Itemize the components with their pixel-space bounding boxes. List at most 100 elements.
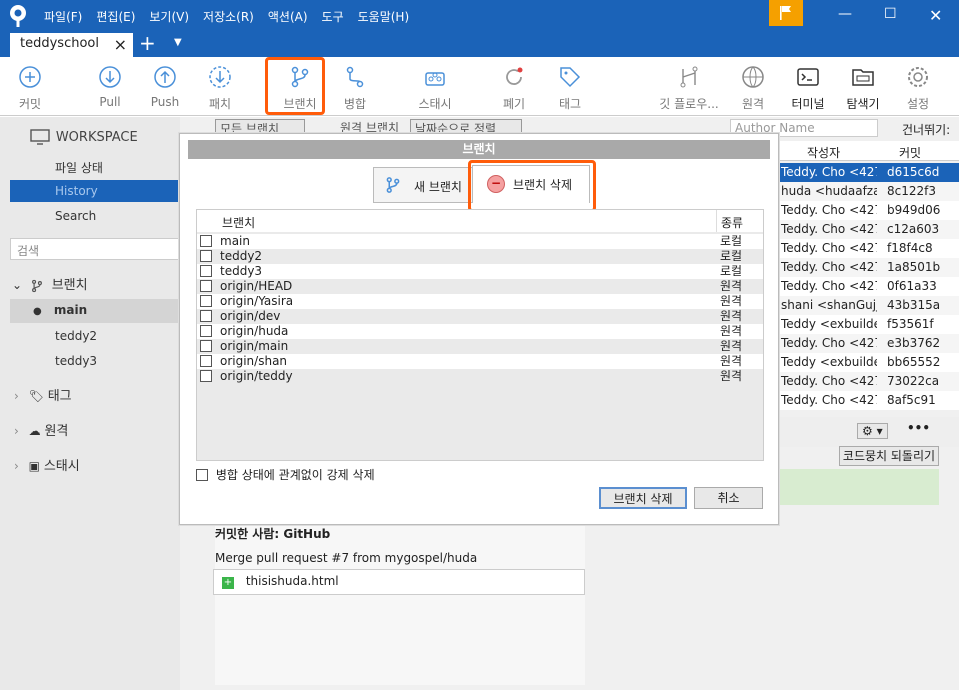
close-window-button[interactable]: ✕ xyxy=(929,6,942,25)
commit-row[interactable]: Teddy. Cho <4272 f18f4c8 xyxy=(779,239,959,258)
sidebar-item-history[interactable]: History xyxy=(10,180,180,202)
menu-file[interactable]: 파일(F) xyxy=(44,8,82,25)
branch-checkbox[interactable] xyxy=(200,280,212,292)
commit-author: Teddy. Cho <4272 xyxy=(781,393,877,407)
maximize-button[interactable]: ☐ xyxy=(884,6,897,22)
new-tab-button[interactable]: + xyxy=(139,31,156,55)
commit-row[interactable]: Teddy. Cho <4272 8af5c91 xyxy=(779,391,959,410)
delete-branch-button[interactable]: 브랜치 삭제 xyxy=(599,487,687,509)
commit-button[interactable]: 커밋 xyxy=(0,65,60,112)
branch-checkbox[interactable] xyxy=(200,340,212,352)
branch-checkbox[interactable] xyxy=(200,250,212,262)
gitflow-button[interactable]: 깃 플로우... xyxy=(652,65,726,112)
column-commit: 커밋 xyxy=(899,146,922,160)
gear-icon[interactable]: ⚙ ▾ xyxy=(857,423,888,439)
branch-row[interactable]: teddy2 로컬 xyxy=(197,249,763,264)
sidebar-item-file-status[interactable]: 파일 상태 xyxy=(55,159,180,176)
revert-hunk-button[interactable]: 코드뭉치 되돌리기 xyxy=(839,446,939,466)
commit-row[interactable]: Teddy. Cho <4272 b949d06 xyxy=(779,201,959,220)
sidebar-item-search[interactable]: Search xyxy=(55,209,180,223)
branch-checkbox[interactable] xyxy=(200,370,212,382)
sidebar-section-tags[interactable]: › 🏷 태그 xyxy=(14,385,180,404)
terminal-button[interactable]: 터미널 xyxy=(778,65,838,112)
settings-button[interactable]: 설정 xyxy=(888,65,948,112)
branch-checkbox[interactable] xyxy=(200,355,212,367)
force-delete-checkbox[interactable] xyxy=(196,469,208,481)
commit-row[interactable]: Teddy. Cho <427 d615c6d xyxy=(779,163,959,182)
diff-toolbar: ⚙ ▾ ••• xyxy=(779,417,959,447)
sidebar-section-stashes[interactable]: › ▣ 스태시 xyxy=(14,455,180,474)
stash-label: 스태시 xyxy=(418,97,452,111)
commit-row[interactable]: shani <shanGujjar. 43b315a xyxy=(779,296,959,315)
branch-checkbox[interactable] xyxy=(200,265,212,277)
chevron-down-icon[interactable]: ▼ xyxy=(174,37,182,48)
branch-row[interactable]: teddy3 로컬 xyxy=(197,264,763,279)
cancel-button[interactable]: 취소 xyxy=(694,487,763,509)
sidebar-search-input[interactable]: 검색 xyxy=(10,238,180,260)
commit-row[interactable]: Teddy <exbuilder@ f53561f xyxy=(779,315,959,334)
branch-row[interactable]: main 로컬 xyxy=(197,234,763,249)
pull-button[interactable]: Pull xyxy=(80,65,140,109)
commit-row[interactable]: Teddy. Cho <4272 1a8501b xyxy=(779,258,959,277)
menu-repository[interactable]: 저장소(R) xyxy=(203,8,254,25)
branch-type: 원격 xyxy=(720,339,743,353)
commit-label: 커밋 xyxy=(18,97,42,111)
branch-row[interactable]: origin/main 원격 xyxy=(197,339,763,354)
commit-author: shani <shanGujjar. xyxy=(781,298,877,312)
commit-row[interactable]: huda <hudaafzaal 8c122f3 xyxy=(779,182,959,201)
branch-row[interactable]: origin/dev 원격 xyxy=(197,309,763,324)
commit-row[interactable]: Teddy. Cho <4272 0f61a33 xyxy=(779,277,959,296)
sidebar-branch-teddy3[interactable]: teddy3 xyxy=(55,354,180,368)
branch-highlight-box xyxy=(265,57,325,115)
branch-checkbox[interactable] xyxy=(200,295,212,307)
tab-new-branch[interactable]: 새 브랜치 xyxy=(373,167,473,203)
menu-help[interactable]: 도움말(H) xyxy=(358,8,410,25)
branch-checkbox[interactable] xyxy=(200,325,212,337)
close-icon[interactable]: × xyxy=(114,35,127,54)
discard-button[interactable]: 폐기 xyxy=(484,65,544,112)
branch-row[interactable]: origin/HEAD 원격 xyxy=(197,279,763,294)
explorer-button[interactable]: 탐색기 xyxy=(833,65,893,112)
remote-button[interactable]: 원격 xyxy=(723,65,783,112)
push-button[interactable]: Push xyxy=(135,65,195,109)
branch-icon xyxy=(31,279,42,292)
commit-author: Teddy <exbuilder@ xyxy=(781,355,877,369)
commit-row[interactable]: Teddy <exbuilder@ bb65552 xyxy=(779,353,959,372)
file-row[interactable]: + thisishuda.html xyxy=(213,569,585,595)
menu-actions[interactable]: 액션(A) xyxy=(268,8,308,25)
menu-edit[interactable]: 편집(E) xyxy=(96,8,135,25)
commit-row[interactable]: Teddy. Cho <4272 73022ca xyxy=(779,372,959,391)
branch-checkbox[interactable] xyxy=(200,310,212,322)
branch-name: origin/dev xyxy=(220,309,281,323)
commit-author: Teddy <exbuilder@ xyxy=(781,317,877,331)
fetch-button[interactable]: 패치 xyxy=(190,65,250,112)
flag-button[interactable] xyxy=(769,0,803,26)
diff-added-block xyxy=(779,469,939,505)
current-branch-icon: ● xyxy=(33,306,42,317)
branch-row[interactable]: origin/shan 원격 xyxy=(197,354,763,369)
branch-list-header: 브랜치 종류 xyxy=(197,210,763,232)
repo-tab[interactable]: teddyschool × xyxy=(10,33,133,57)
branch-row[interactable]: origin/Yasira 원격 xyxy=(197,294,763,309)
force-delete-option[interactable]: 병합 상태에 관계없이 강제 삭제 xyxy=(196,466,375,483)
commit-row[interactable]: Teddy. Cho <4272 c12a603 xyxy=(779,220,959,239)
commit-hash: 0f61a33 xyxy=(887,279,937,293)
merge-button[interactable]: 병합 xyxy=(325,65,385,112)
branch-row[interactable]: origin/teddy 원격 xyxy=(197,369,763,384)
menu-tools[interactable]: 도구 xyxy=(322,8,344,25)
sidebar-branch-teddy2[interactable]: teddy2 xyxy=(55,329,180,343)
sidebar-section-branches[interactable]: ⌄ 브랜치 xyxy=(12,274,180,294)
commit-author: Teddy. Cho <4272 xyxy=(781,260,877,274)
commit-row[interactable]: Teddy. Cho <4272 e3b3762 xyxy=(779,334,959,353)
stash-button[interactable]: 스태시 xyxy=(404,65,466,112)
more-icon[interactable]: ••• xyxy=(907,421,930,435)
sidebar-section-remotes[interactable]: › ☁ 원격 xyxy=(14,420,180,439)
minimize-button[interactable]: — xyxy=(838,6,852,22)
tag-icon xyxy=(560,67,581,88)
branch-row[interactable]: origin/huda 원격 xyxy=(197,324,763,339)
workspace-label: WORKSPACE xyxy=(55,129,138,145)
sidebar-branch-main[interactable]: ● main xyxy=(10,299,180,323)
branch-checkbox[interactable] xyxy=(200,235,212,247)
tag-button[interactable]: 태그 xyxy=(540,65,600,112)
menu-view[interactable]: 보기(V) xyxy=(149,8,189,25)
